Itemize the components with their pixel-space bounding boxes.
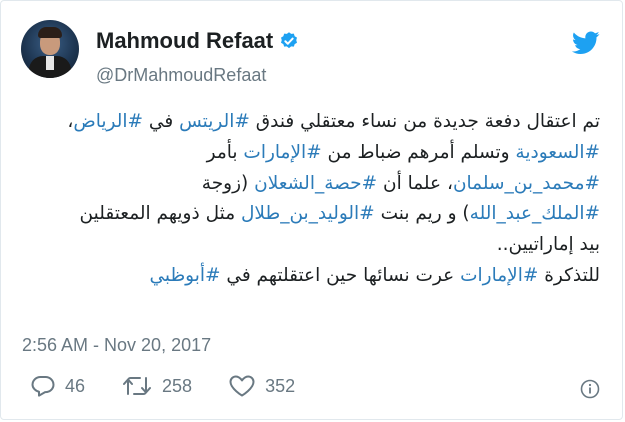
tweet-actions: 46 258 352 [31,375,332,397]
like-button[interactable]: 352 [229,375,295,397]
tweet-line: للتذكرة #الإمارات عرت نسائها حين اعتقلته… [10,261,600,292]
tweet-card: Mahmoud Refaat @DrMahmoudRefaat تم اعتقا… [0,0,623,420]
tweet-text: بأمر [206,141,244,163]
author-name-row[interactable]: Mahmoud Refaat [96,28,299,54]
author-handle[interactable]: @DrMahmoudRefaat [96,65,266,86]
reply-count: 46 [65,375,86,396]
author-name[interactable]: Mahmoud Refaat [96,28,273,54]
tweet-text: للتذكرة [538,264,600,286]
verified-badge-icon [281,32,298,49]
retweet-button[interactable]: 258 [122,375,192,397]
tweet-line: #الملك_عبد_الله) و ريم بنت #الوليد_بن_طل… [10,199,600,230]
tweet-timestamp[interactable]: 2:56 AM - Nov 20, 2017 [22,335,211,356]
heart-icon [229,375,255,397]
reply-icon [31,376,55,397]
hashtag-link[interactable]: #الريتس [179,111,250,132]
tweet-body: تم اعتقال دفعة جديدة من نساء معتقلي فندق… [10,107,600,292]
retweet-icon [123,377,152,395]
info-icon[interactable] [580,379,600,399]
hashtag-link[interactable]: #محمد_بن_سلمان [453,173,600,194]
avatar-shirt [46,56,54,70]
tweet-text: بيد إماراتيين.. [496,234,600,256]
tweet-text: وتسلم أمرهم ضباط من [321,141,516,163]
retweet-count: 258 [162,375,193,396]
hashtag-link[interactable]: #الرياض [73,111,143,132]
tweet-text: ، علما أن [377,172,453,194]
tweet-text: ) و ريم بنت [374,203,470,225]
hashtag-link[interactable]: #حصة_الشعلان [254,173,377,194]
tweet-line: بيد إماراتيين.. [10,230,600,261]
tweet-text: تم اعتقال دفعة جديدة من نساء معتقلي فندق [249,111,600,132]
tweet-text: في [143,111,180,132]
tweet-text: عرت نسائها حين اعتقلتهم في [220,264,461,286]
tweet-line: #السعودية وتسلم أمرهم ضباط من #الإمارات … [10,138,600,169]
reply-button[interactable]: 46 [31,375,85,397]
like-count: 352 [265,375,296,396]
avatar[interactable] [21,20,79,78]
hashtag-link[interactable]: #الوليد_بن_طلال [241,203,375,224]
hashtag-link[interactable]: #السعودية [515,142,600,163]
hashtag-link[interactable]: #الملك_عبد_الله [470,203,600,224]
tweet-line: #محمد_بن_سلمان، علما أن #حصة_الشعلان (زو… [10,169,600,200]
tweet-line: تم اعتقال دفعة جديدة من نساء معتقلي فندق… [10,107,600,138]
avatar-hair [38,27,62,38]
hashtag-link[interactable]: #أبوظبي [149,265,220,286]
hashtag-link[interactable]: #الإمارات [243,142,321,163]
tweet-text: مثل ذويهم المعتقلين [79,203,241,225]
twitter-bird-icon[interactable] [572,31,600,55]
tweet-text: (زوجة [201,172,255,194]
hashtag-link[interactable]: #الإمارات [460,265,538,286]
